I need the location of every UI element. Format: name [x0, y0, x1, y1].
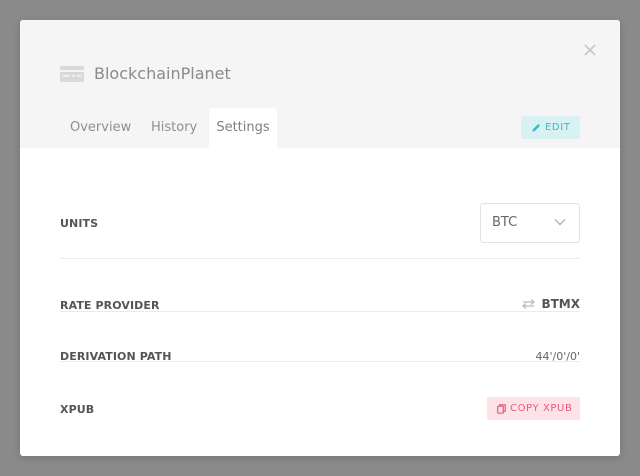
rate-provider-text: BTMX: [541, 297, 580, 311]
close-button[interactable]: [580, 40, 600, 60]
account-card-icon: [60, 66, 84, 82]
edit-button[interactable]: EDIT: [521, 116, 580, 139]
tab-settings[interactable]: Settings: [209, 108, 277, 148]
divider: [60, 311, 580, 312]
edit-button-label: EDIT: [545, 122, 571, 133]
pencil-icon: [532, 124, 540, 132]
tab-history[interactable]: History: [151, 108, 197, 148]
copy-xpub-button[interactable]: COPY XPUB: [487, 397, 580, 420]
close-icon: [584, 44, 596, 56]
derivation-path-row: DERIVATION PATH 44'/0'/0': [60, 347, 580, 367]
account-settings-modal: BlockchainPlanet Overview History Settin…: [20, 20, 620, 456]
account-title: BlockchainPlanet: [94, 64, 231, 83]
copy-icon: [497, 404, 506, 414]
xpub-row: XPUB COPY XPUB: [60, 397, 580, 421]
swap-icon: [522, 298, 536, 309]
tab-overview[interactable]: Overview: [70, 108, 131, 148]
chevron-down-icon: [554, 219, 566, 226]
units-row: UNITS BTC: [60, 203, 580, 243]
xpub-label: XPUB: [60, 403, 95, 416]
units-label: UNITS: [60, 217, 99, 230]
units-select-value: BTC: [492, 215, 518, 230]
rate-provider-value: BTMX: [522, 297, 580, 311]
divider: [60, 258, 580, 259]
rate-provider-row: RATE PROVIDER BTMX: [60, 296, 580, 316]
copy-xpub-label: COPY XPUB: [510, 403, 573, 414]
units-select[interactable]: BTC: [480, 203, 580, 243]
divider: [60, 361, 580, 362]
